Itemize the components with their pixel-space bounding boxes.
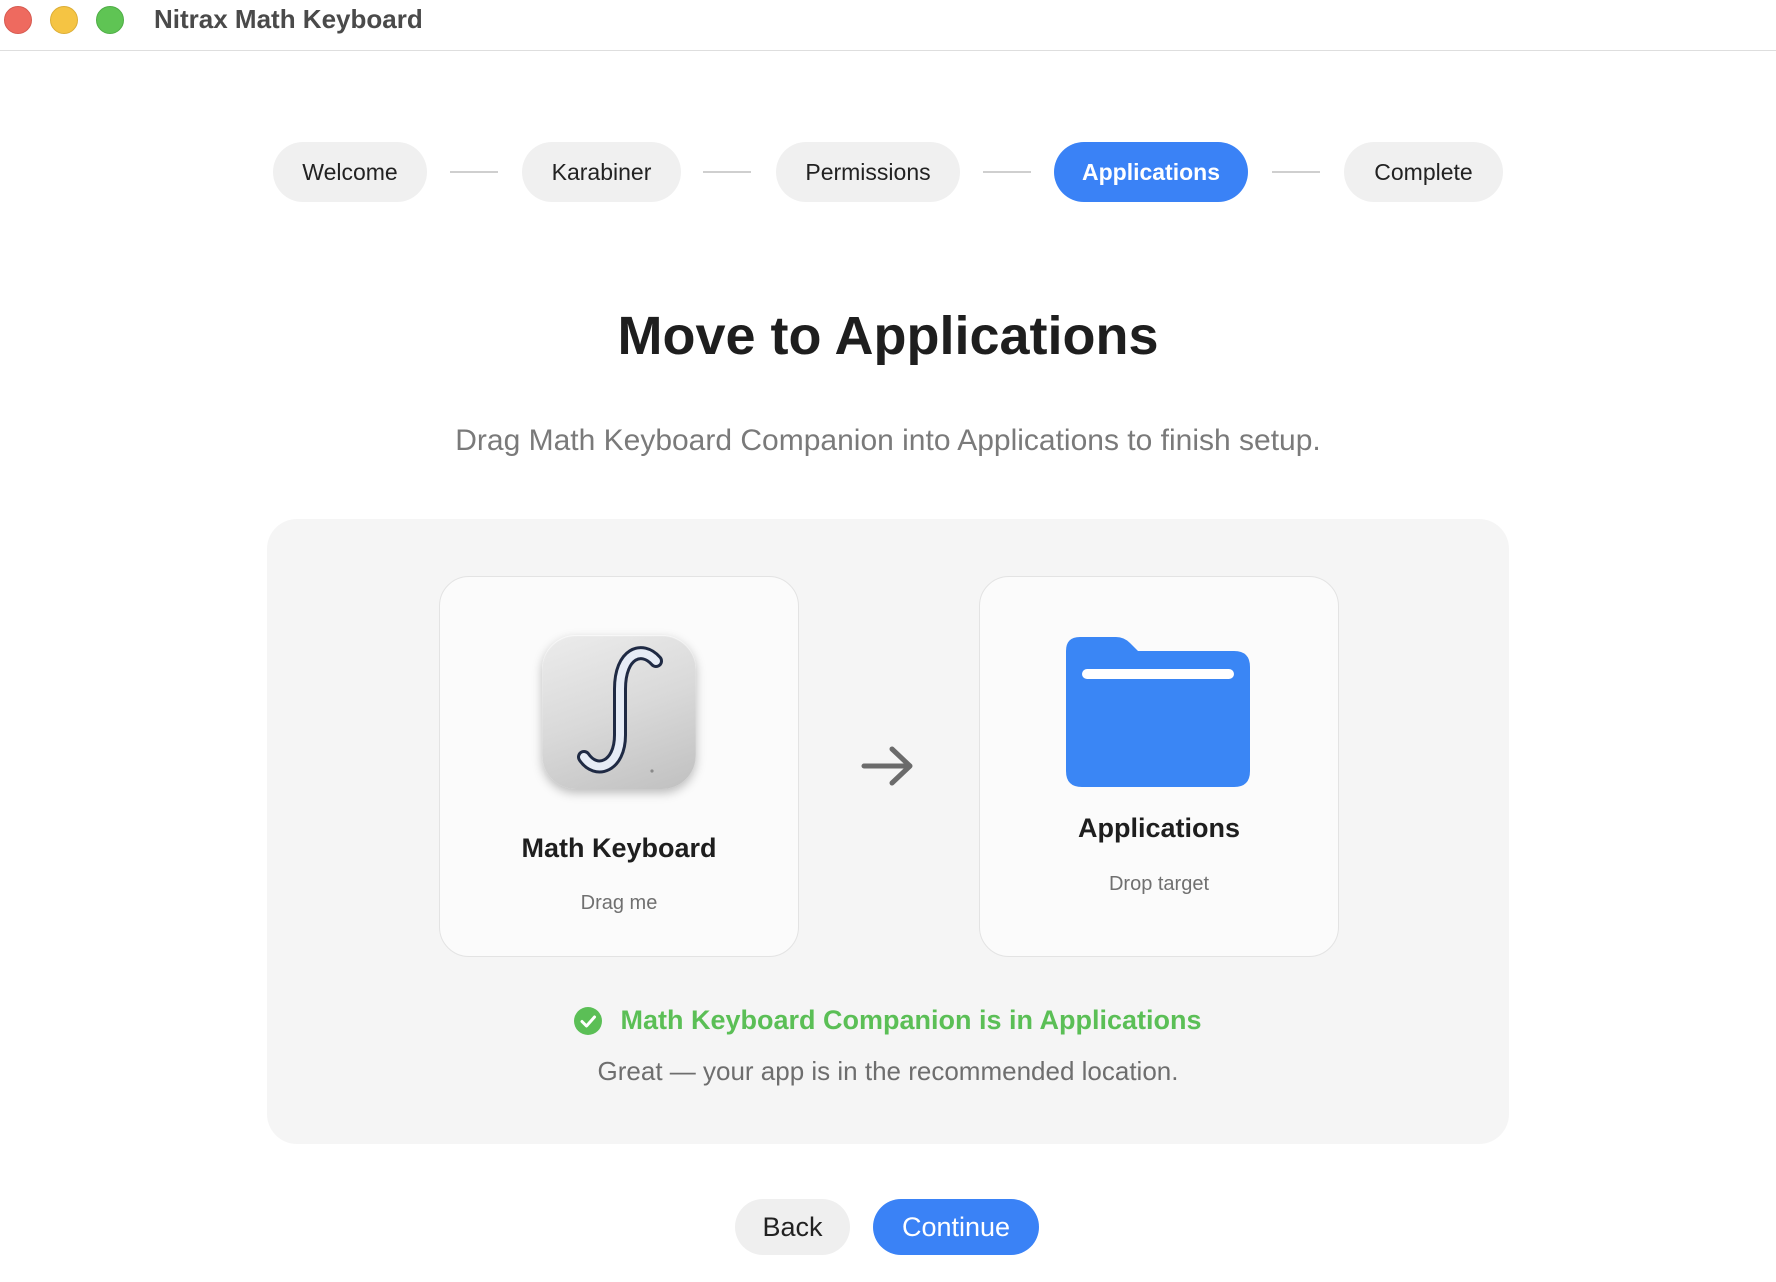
page-title: Move to Applications bbox=[617, 306, 1159, 366]
status-text: Math Keyboard Companion is in Applicatio… bbox=[620, 1005, 1202, 1035]
minimize-window-button[interactable] bbox=[50, 6, 78, 34]
window-title: Nitrax Math Keyboard bbox=[154, 4, 423, 34]
continue-button[interactable]: Continue bbox=[873, 1199, 1039, 1255]
step-complete[interactable]: Complete bbox=[1344, 142, 1503, 202]
step-connector bbox=[450, 171, 498, 173]
step-connector bbox=[1272, 171, 1320, 173]
setup-stepper: Welcome Karabiner Permissions Applicatio… bbox=[273, 142, 1503, 202]
page-subtitle: Drag Math Keyboard Companion into Applic… bbox=[455, 424, 1321, 457]
step-connector bbox=[983, 171, 1031, 173]
applications-drop-target[interactable]: Applications Drop target bbox=[979, 576, 1339, 957]
step-connector bbox=[703, 171, 751, 173]
title-bar: Nitrax Math Keyboard bbox=[0, 0, 1776, 51]
step-karabiner[interactable]: Karabiner bbox=[522, 142, 681, 202]
drag-hint: Drag me bbox=[580, 892, 658, 914]
step-applications[interactable]: Applications bbox=[1054, 142, 1248, 202]
draggable-app-card[interactable]: Math Keyboard Drag me bbox=[439, 576, 799, 957]
zoom-window-button[interactable] bbox=[96, 6, 124, 34]
arrow-right-icon bbox=[858, 741, 918, 796]
close-window-button[interactable] bbox=[4, 6, 32, 34]
move-panel: Math Keyboard Drag me Applications Drop … bbox=[267, 519, 1509, 1144]
step-welcome[interactable]: Welcome bbox=[273, 142, 427, 202]
app-name: Math Keyboard bbox=[521, 833, 717, 863]
integral-app-icon[interactable] bbox=[542, 635, 696, 789]
back-button[interactable]: Back bbox=[735, 1199, 850, 1255]
status-message: Math Keyboard Companion is in Applicatio… bbox=[267, 1005, 1509, 1036]
folder-icon bbox=[1066, 637, 1250, 792]
drop-target-name: Applications bbox=[1077, 813, 1240, 843]
status-note: Great — your app is in the recommended l… bbox=[597, 1056, 1179, 1086]
check-circle-icon bbox=[574, 1006, 603, 1035]
step-permissions[interactable]: Permissions bbox=[776, 142, 960, 202]
drop-target-hint: Drop target bbox=[1108, 873, 1210, 895]
